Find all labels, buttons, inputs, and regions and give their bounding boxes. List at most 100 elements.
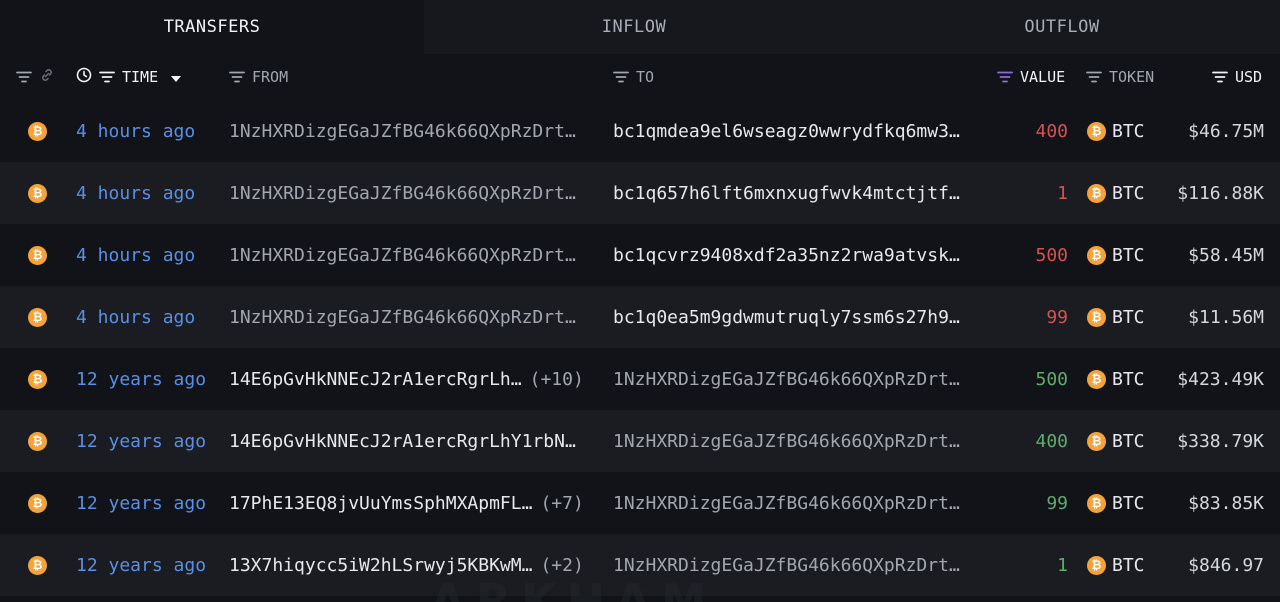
chain-icon-cell: ₿ — [28, 410, 47, 472]
time-link[interactable]: 12 years ago — [76, 534, 206, 596]
tab-outflow[interactable]: OUTFLOW — [844, 0, 1280, 54]
from-cell: 1NzHXRDizgEGaJZfBG46k66QXpRzDrt… — [229, 224, 576, 286]
to-column-header[interactable]: TO — [613, 54, 654, 100]
time-link[interactable]: 12 years ago — [76, 472, 206, 534]
token-symbol: BTC — [1112, 182, 1145, 204]
usd-amount: $116.88K — [1177, 182, 1264, 204]
bitcoin-icon: ₿ — [28, 121, 47, 141]
from-address[interactable]: 1NzHXRDizgEGaJZfBG46k66QXpRzDrt… — [229, 245, 576, 266]
bitcoin-icon: ₿ — [28, 245, 47, 265]
from-address[interactable]: 1NzHXRDizgEGaJZfBG46k66QXpRzDrt… — [229, 307, 576, 328]
to-address[interactable]: 1NzHXRDizgEGaJZfBG46k66QXpRzDrt… — [613, 431, 960, 452]
to-cell: 1NzHXRDizgEGaJZfBG46k66QXpRzDrt… — [613, 472, 960, 534]
from-address[interactable]: 14E6pGvHkNNEcJ2rA1ercRgrLhY1rbN… — [229, 431, 576, 452]
time-link[interactable]: 12 years ago — [76, 410, 206, 472]
time-link[interactable]: 4 hours ago — [76, 100, 195, 162]
token-symbol: BTC — [1112, 554, 1145, 576]
bitcoin-icon: ₿ — [1087, 555, 1106, 575]
filter-active-icon[interactable] — [997, 71, 1013, 83]
to-address[interactable]: 1NzHXRDizgEGaJZfBG46k66QXpRzDrt… — [613, 555, 960, 576]
filter-icon[interactable] — [1212, 71, 1228, 83]
token-header-label: TOKEN — [1109, 68, 1155, 86]
clock-icon[interactable] — [76, 67, 92, 87]
value-amount: 99 — [1046, 306, 1068, 328]
from-cell: 14E6pGvHkNNEcJ2rA1ercRgrLh… (+10) — [229, 348, 584, 410]
bitcoin-icon: ₿ — [28, 431, 47, 451]
value-amount: 1 — [1057, 182, 1068, 204]
from-extra-count[interactable]: (+10) — [530, 369, 584, 390]
from-cell: 1NzHXRDizgEGaJZfBG46k66QXpRzDrt… — [229, 100, 576, 162]
from-address[interactable]: 1NzHXRDizgEGaJZfBG46k66QXpRzDrt… — [229, 121, 576, 142]
token-cell[interactable]: ₿ BTC — [1087, 348, 1145, 410]
bitcoin-icon: ₿ — [28, 183, 47, 203]
token-cell[interactable]: ₿ BTC — [1087, 472, 1145, 534]
usd-amount: $11.56M — [1188, 306, 1264, 328]
token-cell[interactable]: ₿ BTC — [1087, 534, 1145, 596]
table-row[interactable]: ₿ 4 hours ago 1NzHXRDizgEGaJZfBG46k66QXpRz… — [0, 224, 1280, 286]
from-address[interactable]: 13X7hiqycc5iW2hLSrwyj5KBKwM… — [229, 555, 532, 576]
bitcoin-icon: ₿ — [28, 555, 47, 575]
table-row[interactable]: ₿ 4 hours ago 1NzHXRDizgEGaJZfBG46k66QXpRz… — [0, 286, 1280, 348]
usd-header-label: USD — [1235, 68, 1263, 86]
header-controls — [16, 54, 55, 100]
table-row[interactable]: ₿ 4 hours ago 1NzHXRDizgEGaJZfBG46k66QXpRz… — [0, 100, 1280, 162]
bitcoin-icon: ₿ — [1087, 245, 1106, 265]
token-cell[interactable]: ₿ BTC — [1087, 410, 1145, 472]
token-symbol: BTC — [1112, 120, 1145, 142]
table-row[interactable]: ₿ 12 years ago 14E6pGvHkNNEcJ2rA1ercRgrLh…… — [0, 348, 1280, 410]
to-cell: bc1q0ea5m9gdwmutruqly7ssm6s27h9… — [613, 286, 960, 348]
bitcoin-icon: ₿ — [1087, 183, 1106, 203]
to-header-label: TO — [636, 68, 655, 86]
token-symbol: BTC — [1112, 492, 1145, 514]
filter-icon[interactable] — [16, 71, 32, 83]
filter-icon[interactable] — [99, 71, 115, 83]
time-link[interactable]: 4 hours ago — [76, 224, 195, 286]
link-icon[interactable] — [39, 67, 55, 87]
table-row[interactable]: ₿ 12 years ago 14E6pGvHkNNEcJ2rA1ercRgrLhY… — [0, 410, 1280, 472]
token-symbol: BTC — [1112, 368, 1145, 390]
tab-inflow[interactable]: INFLOW — [424, 0, 844, 54]
filter-icon[interactable] — [1086, 71, 1102, 83]
to-address[interactable]: bc1q657h6lft6mxnxugfwvk4mtctjtf… — [613, 183, 960, 204]
token-symbol: BTC — [1112, 244, 1145, 266]
value-amount: 500 — [1035, 244, 1068, 266]
time-link[interactable]: 4 hours ago — [76, 162, 195, 224]
from-extra-count[interactable]: (+7) — [540, 493, 583, 514]
table-row[interactable]: ₿ 12 years ago 17PhE13EQ8jvUuYmsSphMXApmFL… — [0, 472, 1280, 534]
from-column-header[interactable]: FROM — [229, 54, 288, 100]
usd-amount: $846.97 — [1188, 554, 1264, 576]
to-address[interactable]: 1NzHXRDizgEGaJZfBG46k66QXpRzDrt… — [613, 493, 960, 514]
from-address[interactable]: 1NzHXRDizgEGaJZfBG46k66QXpRzDrt… — [229, 183, 576, 204]
filter-icon[interactable] — [229, 71, 245, 83]
to-address[interactable]: bc1qcvrz9408xdf2a35nz2rwa9atvsk… — [613, 245, 960, 266]
filter-icon[interactable] — [613, 71, 629, 83]
to-cell: bc1q657h6lft6mxnxugfwvk4mtctjtf… — [613, 162, 960, 224]
time-link[interactable]: 12 years ago — [76, 348, 206, 410]
to-address[interactable]: 1NzHXRDizgEGaJZfBG46k66QXpRzDrt… — [613, 369, 960, 390]
token-cell[interactable]: ₿ BTC — [1087, 162, 1145, 224]
from-address[interactable]: 14E6pGvHkNNEcJ2rA1ercRgrLh… — [229, 369, 522, 390]
from-extra-count[interactable]: (+2) — [540, 555, 583, 576]
to-address[interactable]: bc1qmdea9el6wseagz0wwrydfkq6mw3… — [613, 121, 960, 142]
table-row[interactable]: ₿ 4 hours ago 1NzHXRDizgEGaJZfBG46k66QXpRz… — [0, 162, 1280, 224]
value-amount: 500 — [1035, 368, 1068, 390]
usd-column-header[interactable]: USD — [1212, 54, 1262, 100]
bitcoin-icon: ₿ — [1087, 431, 1106, 451]
sort-desc-icon[interactable] — [171, 68, 182, 86]
table-header: TIME FROM TO VALUE TOKEN USD — [0, 54, 1280, 100]
token-cell[interactable]: ₿ BTC — [1087, 224, 1145, 286]
to-cell: 1NzHXRDizgEGaJZfBG46k66QXpRzDrt… — [613, 348, 960, 410]
token-cell[interactable]: ₿ BTC — [1087, 286, 1145, 348]
time-link[interactable]: 4 hours ago — [76, 286, 195, 348]
token-column-header[interactable]: TOKEN — [1086, 54, 1154, 100]
token-cell[interactable]: ₿ BTC — [1087, 100, 1145, 162]
value-column-header[interactable]: VALUE — [997, 54, 1065, 100]
value-amount: 1 — [1057, 554, 1068, 576]
usd-amount: $46.75M — [1188, 120, 1264, 142]
to-address[interactable]: bc1q0ea5m9gdwmutruqly7ssm6s27h9… — [613, 307, 960, 328]
from-address[interactable]: 17PhE13EQ8jvUuYmsSphMXApmFL… — [229, 493, 532, 514]
time-column-header[interactable]: TIME — [76, 54, 182, 100]
tab-transfers[interactable]: TRANSFERS — [0, 0, 424, 54]
to-cell: bc1qcvrz9408xdf2a35nz2rwa9atvsk… — [613, 224, 960, 286]
bitcoin-icon: ₿ — [28, 493, 47, 513]
